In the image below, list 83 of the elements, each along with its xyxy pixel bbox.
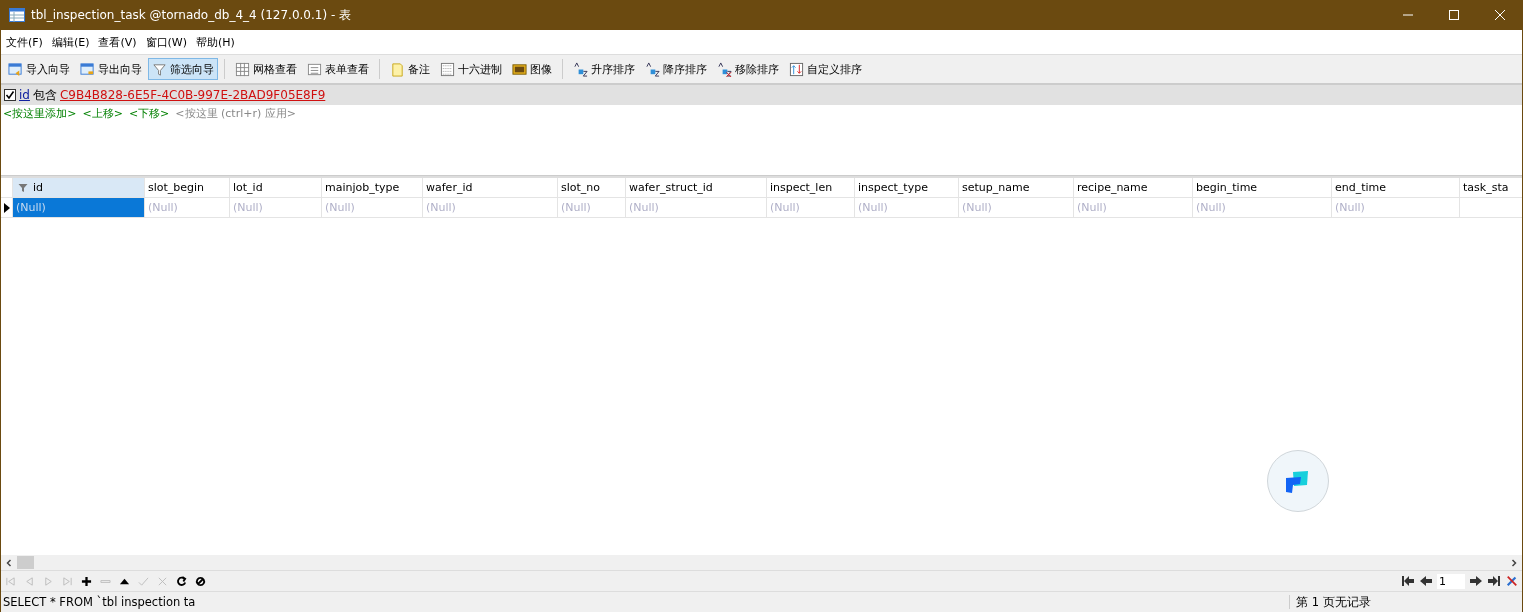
column-header[interactable]: wafer_struct_id <box>626 178 767 198</box>
page-number-field[interactable]: 1 <box>1437 573 1465 589</box>
apply-filter-link[interactable]: <按这里 (ctrl+r) 应用> <box>175 106 296 121</box>
scroll-right-icon[interactable] <box>1509 557 1519 568</box>
next-page-icon[interactable] <box>1469 575 1483 587</box>
sql-status-text: SELECT * FROM `tbl inspection ta <box>1 595 1290 609</box>
filter-operator[interactable]: 包含 <box>32 86 57 104</box>
column-header[interactable]: begin_time <box>1193 178 1332 198</box>
close-icon[interactable] <box>1494 9 1506 21</box>
table-cell: (Null) <box>558 198 626 218</box>
scroll-left-icon[interactable] <box>4 557 14 568</box>
filter-checkbox[interactable] <box>4 89 16 101</box>
column-header[interactable]: slot_begin <box>145 178 230 198</box>
first-page-icon[interactable] <box>1401 575 1415 587</box>
table-cell: (Null) <box>1193 198 1332 218</box>
table-cell: (Null) <box>145 198 230 218</box>
filter-action-link[interactable]: <上移> <box>82 106 123 121</box>
column-header[interactable]: setup_name <box>959 178 1074 198</box>
column-header[interactable]: task_sta <box>1460 178 1522 198</box>
filter-action-link[interactable]: <按这里添加> <box>3 106 77 121</box>
toolbar-button[interactable]: 降序排序 <box>641 58 711 80</box>
menu-item[interactable]: 帮助(H) <box>196 34 235 50</box>
toolbar-button[interactable]: 备注 <box>386 58 434 80</box>
table-cell: (Null) <box>322 198 423 218</box>
tools-icon[interactable] <box>1505 575 1519 587</box>
last-page-icon[interactable] <box>1487 575 1501 587</box>
column-header[interactable]: wafer_id <box>423 178 558 198</box>
menu-item[interactable]: 窗口(W) <box>145 34 188 50</box>
toolbar-button[interactable]: 筛选向导 <box>148 58 218 80</box>
sort-ascending-icon <box>573 61 588 77</box>
table-cell: (Null) <box>959 198 1074 218</box>
table-cell: (Null) <box>855 198 959 218</box>
filter-action-link[interactable]: <下移> <box>128 106 170 121</box>
toolbar-button[interactable]: 表单查看 <box>303 58 373 80</box>
toolbar-button[interactable]: 移除排序 <box>713 58 783 80</box>
import-wizard-icon <box>8 61 23 77</box>
toolbar-button[interactable]: 升序排序 <box>569 58 639 80</box>
table-cell: (Null) <box>13 198 145 218</box>
image-icon <box>512 61 527 77</box>
table-cell: (Null) <box>626 198 767 218</box>
page-info-text: 第 1 页无记录 <box>1295 594 1371 610</box>
toolbar-button[interactable]: 自定义排序 <box>785 58 866 80</box>
table-cell: (Null) <box>767 198 855 218</box>
menu-item[interactable]: 编辑(E) <box>51 34 90 50</box>
hex-grid-icon <box>440 61 455 77</box>
table-cell: (Null) <box>1074 198 1193 218</box>
toolbar-button[interactable]: 导入向导 <box>4 58 74 80</box>
form-icon <box>307 61 322 77</box>
column-header[interactable]: slot_no <box>558 178 626 198</box>
table-icon <box>9 8 25 22</box>
maximize-icon[interactable] <box>1448 9 1460 21</box>
toolbar-button[interactable]: 十六进制 <box>436 58 506 80</box>
toolbar-button[interactable]: 图像 <box>508 58 556 80</box>
funnel-icon <box>18 182 28 193</box>
table-cell: (Null) <box>230 198 322 218</box>
column-header[interactable]: mainjob_type <box>322 178 423 198</box>
column-header[interactable]: inspect_len <box>767 178 855 198</box>
custom-sort-icon <box>789 61 804 77</box>
filter-value-link[interactable]: C9B4B828-6E5F-4C0B-997E-2BAD9F05E8F9 <box>59 88 326 102</box>
filter-field-link[interactable]: id <box>19 88 30 102</box>
grid-icon <box>235 61 250 77</box>
column-header[interactable]: inspect_type <box>855 178 959 198</box>
column-header[interactable]: lot_id <box>230 178 322 198</box>
toolbar-button[interactable]: 网格查看 <box>231 58 301 80</box>
scrollbar-thumb[interactable] <box>17 556 34 569</box>
column-header[interactable]: recipe_name <box>1074 178 1193 198</box>
table-cell: (Null) <box>1332 198 1460 218</box>
refresh-icon[interactable] <box>176 575 187 587</box>
previous-page-icon[interactable] <box>1419 575 1433 587</box>
funnel-icon <box>152 61 167 77</box>
toolbar-button[interactable]: 导出向导 <box>76 58 146 80</box>
plus-icon[interactable] <box>81 575 92 587</box>
menu-item[interactable]: 文件(F) <box>6 34 43 50</box>
remove-sort-icon <box>717 61 732 77</box>
menu-item[interactable]: 查看(V) <box>98 34 137 50</box>
column-header[interactable]: id <box>13 178 145 198</box>
stop-icon[interactable] <box>195 575 206 587</box>
window-title: tbl_inspection_task @tornado_db_4_4 (127.0.0.1) - 表 <box>31 6 353 24</box>
sort-descending-icon <box>645 61 660 77</box>
column-header[interactable]: end_time <box>1332 178 1460 198</box>
export-wizard-icon <box>80 61 95 77</box>
table-cell: (Null) <box>423 198 558 218</box>
note-icon <box>390 61 405 77</box>
